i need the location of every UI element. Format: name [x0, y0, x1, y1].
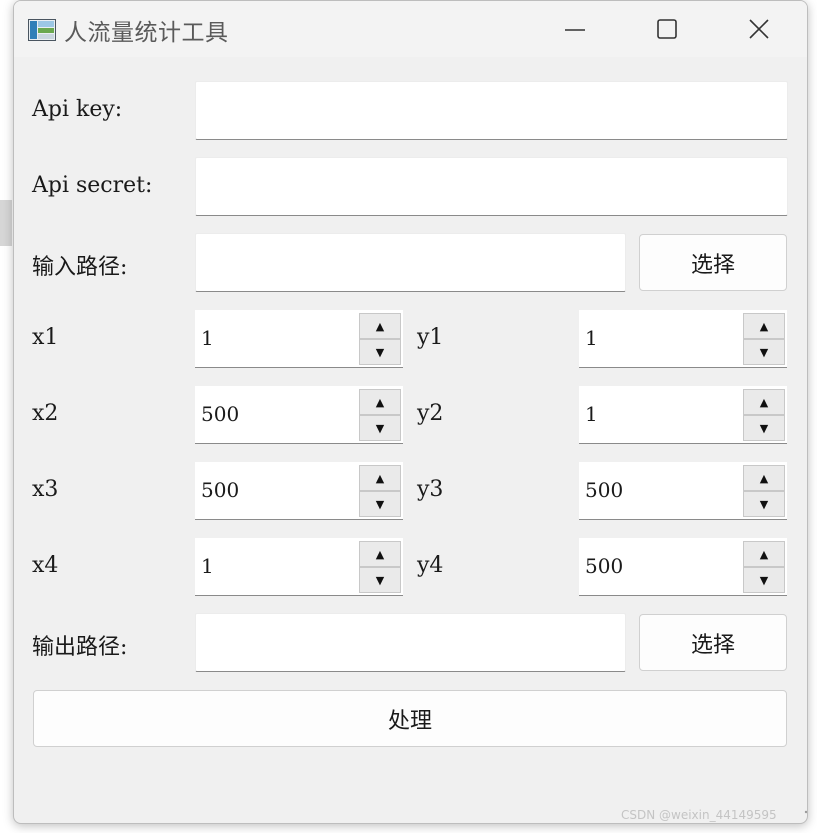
app-window: 人流量统计工具 Api key: Api secret: 输入路径: 选择 x1… [13, 0, 808, 824]
x3-value: 500 [201, 478, 240, 502]
x3-increment-button[interactable]: ▲ [359, 465, 401, 491]
app-icon [28, 19, 56, 41]
title-bar[interactable]: 人流量统计工具 [14, 1, 807, 57]
output-path-select-button[interactable]: 选择 [639, 614, 787, 671]
watermark-text: CSDN @weixin_44149595 [621, 808, 777, 822]
x1-value: 1 [201, 326, 214, 350]
x4-label: x4 [32, 553, 59, 578]
api-key-input[interactable] [195, 81, 788, 140]
x4-spinbox[interactable]: 1 ▲ ▼ [195, 538, 403, 596]
api-secret-input[interactable] [195, 157, 788, 216]
x1-increment-button[interactable]: ▲ [359, 313, 401, 339]
resize-grip-icon[interactable] [803, 801, 808, 815]
x2-decrement-button[interactable]: ▼ [359, 415, 401, 441]
y4-increment-button[interactable]: ▲ [743, 541, 785, 567]
minimize-icon[interactable] [552, 9, 598, 51]
x3-spinbox[interactable]: 500 ▲ ▼ [195, 462, 403, 520]
y2-spinbox[interactable]: 1 ▲ ▼ [579, 386, 787, 444]
y1-value: 1 [585, 326, 598, 350]
y2-increment-button[interactable]: ▲ [743, 389, 785, 415]
x2-increment-button[interactable]: ▲ [359, 389, 401, 415]
input-path-select-button[interactable]: 选择 [639, 234, 787, 291]
x4-increment-button[interactable]: ▲ [359, 541, 401, 567]
y3-decrement-button[interactable]: ▼ [743, 491, 785, 517]
y1-label: y1 [417, 325, 444, 350]
y2-decrement-button[interactable]: ▼ [743, 415, 785, 441]
y2-label: y2 [417, 401, 444, 426]
background-window-edge [0, 200, 12, 246]
api-secret-label: Api secret: [32, 173, 153, 198]
output-path-label: 输出路径: [32, 635, 128, 660]
x2-value: 500 [201, 402, 240, 426]
close-icon[interactable] [736, 9, 782, 51]
y1-decrement-button[interactable]: ▼ [743, 339, 785, 365]
window-title: 人流量统计工具 [64, 20, 229, 46]
y2-value: 1 [585, 402, 598, 426]
x1-spinbox[interactable]: 1 ▲ ▼ [195, 310, 403, 368]
maximize-icon[interactable] [644, 9, 690, 51]
y4-label: y4 [417, 553, 444, 578]
x3-decrement-button[interactable]: ▼ [359, 491, 401, 517]
x1-decrement-button[interactable]: ▼ [359, 339, 401, 365]
y3-label: y3 [417, 477, 444, 502]
x4-value: 1 [201, 554, 214, 578]
y1-spinbox[interactable]: 1 ▲ ▼ [579, 310, 787, 368]
output-path-field[interactable] [195, 613, 626, 672]
y4-value: 500 [585, 554, 624, 578]
api-key-label: Api key: [32, 97, 123, 122]
y4-decrement-button[interactable]: ▼ [743, 567, 785, 593]
input-path-field[interactable] [195, 233, 626, 292]
y3-spinbox[interactable]: 500 ▲ ▼ [579, 462, 787, 520]
input-path-label: 输入路径: [32, 255, 128, 280]
x4-decrement-button[interactable]: ▼ [359, 567, 401, 593]
x1-label: x1 [32, 325, 59, 350]
y3-increment-button[interactable]: ▲ [743, 465, 785, 491]
y1-increment-button[interactable]: ▲ [743, 313, 785, 339]
process-button[interactable]: 处理 [33, 690, 787, 747]
x2-spinbox[interactable]: 500 ▲ ▼ [195, 386, 403, 444]
y4-spinbox[interactable]: 500 ▲ ▼ [579, 538, 787, 596]
y3-value: 500 [585, 478, 624, 502]
x2-label: x2 [32, 401, 59, 426]
x3-label: x3 [32, 477, 59, 502]
